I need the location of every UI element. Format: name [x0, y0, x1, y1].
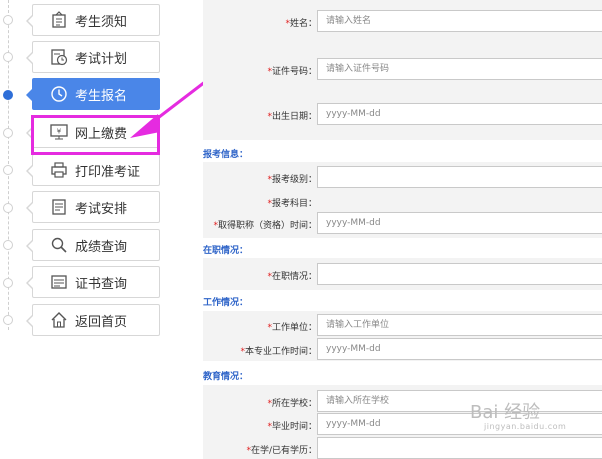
graduation-time-input[interactable]: yyyy-MM-dd [317, 413, 602, 435]
sidebar-item-label: 证书查询 [75, 276, 128, 292]
title-time-label: *取得职称（资格）时间： [213, 221, 317, 231]
section-title-exam: 报考信息： [203, 150, 249, 160]
sidebar-item-label: 成绩查询 [75, 239, 128, 255]
sidebar: 考生须知 考试计划 考生报名 ¥ 网上缴费 打印准考证 考试安排 成绩查询 证书… [0, 0, 190, 459]
payment-monitor-icon: ¥ [49, 122, 69, 142]
education-label: *在学/已有学历： [246, 446, 317, 456]
employment-status-label: *在职情况： [267, 272, 317, 282]
svg-text:¥: ¥ [57, 128, 62, 136]
sidebar-item-label: 打印准考证 [75, 164, 141, 180]
work-unit-input[interactable]: 请输入工作单位 [317, 314, 602, 336]
certificate-icon [49, 272, 69, 292]
timeline-dot [3, 203, 13, 213]
birth-date-input[interactable]: yyyy-MM-dd [317, 103, 602, 125]
timeline-dot [3, 128, 13, 138]
section-title-education: 教育情况： [203, 372, 249, 382]
id-number-label: *证件号码： [267, 67, 317, 77]
sidebar-item-exam-plan[interactable]: 考试计划 [26, 41, 160, 73]
sidebar-item-score-query[interactable]: 成绩查询 [26, 229, 160, 261]
school-label: *所在学校： [267, 399, 317, 409]
exam-level-select[interactable] [317, 166, 602, 188]
search-icon [49, 235, 69, 255]
sidebar-item-registration[interactable]: 考生报名 [26, 78, 160, 110]
education-select[interactable] [317, 437, 602, 459]
sidebar-item-certificate-query[interactable]: 证书查询 [26, 266, 160, 298]
timeline-dot [3, 278, 13, 288]
work-time-label: *本专业工作时间： [240, 347, 317, 357]
birth-date-label: *出生日期： [267, 112, 317, 122]
exam-level-label: *报考级别： [267, 175, 317, 185]
sidebar-item-label: 网上缴费 [75, 126, 128, 142]
clock-icon [49, 84, 69, 104]
sidebar-item-print-admission[interactable]: 打印准考证 [26, 154, 160, 186]
work-time-input[interactable]: yyyy-MM-dd [317, 338, 602, 360]
document-icon [49, 197, 69, 217]
sidebar-item-label: 考试安排 [75, 201, 128, 217]
timeline-dot [3, 315, 13, 325]
sidebar-item-label: 考生报名 [75, 88, 128, 104]
sidebar-item-label: 返回首页 [75, 314, 128, 330]
school-input[interactable]: 请输入所在学校 [317, 390, 602, 412]
employment-status-select[interactable] [317, 263, 602, 285]
section-title-work: 工作情况： [203, 298, 249, 308]
name-label: *姓名： [285, 19, 317, 29]
sidebar-item-online-payment[interactable]: ¥ 网上缴费 [26, 116, 160, 148]
registration-form: *姓名： 请输入姓名 *证件号码： 请输入证件号码 *出生日期： yyyy-MM… [203, 0, 602, 459]
timeline-dot [3, 15, 13, 25]
timeline-dot [3, 165, 13, 175]
sidebar-item-label: 考生须知 [75, 14, 128, 30]
name-input[interactable]: 请输入姓名 [317, 10, 602, 32]
sidebar-item-home[interactable]: 返回首页 [26, 304, 160, 336]
sidebar-item-exam-schedule[interactable]: 考试安排 [26, 191, 160, 223]
home-icon [49, 310, 69, 330]
timeline-dot [3, 52, 13, 62]
section-title-employment: 在职情况： [203, 246, 249, 256]
sidebar-item-candidate-notice[interactable]: 考生须知 [26, 4, 160, 36]
printer-icon [49, 160, 69, 180]
sidebar-item-label: 考试计划 [75, 51, 128, 67]
title-time-input[interactable]: yyyy-MM-dd [317, 212, 602, 234]
timeline-dot-active [3, 90, 13, 100]
id-number-input[interactable]: 请输入证件号码 [317, 58, 602, 80]
timeline-dot [3, 240, 13, 250]
notice-icon [49, 10, 69, 30]
exam-subject-label: *报考科目： [267, 199, 317, 209]
graduation-time-label: *毕业时间： [267, 422, 317, 432]
work-unit-label: *工作单位： [267, 323, 317, 333]
calendar-clock-icon [49, 47, 69, 67]
